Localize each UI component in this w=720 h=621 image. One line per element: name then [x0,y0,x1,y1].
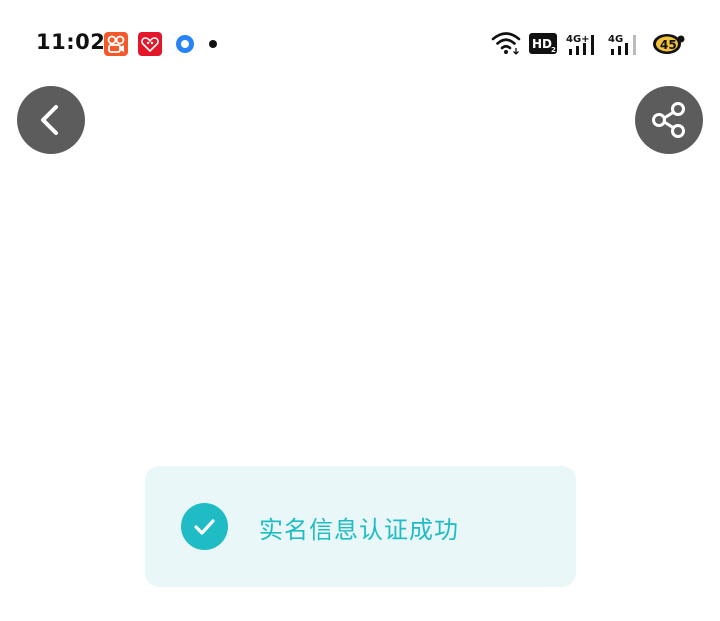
battery-icon: 45 [653,34,685,54]
red-app-icon [138,32,162,56]
status-time: 11:02 [36,30,106,54]
share-button[interactable] [635,86,703,154]
battery-level: 45 [660,38,677,52]
wifi-icon [491,32,521,55]
svg-text:2: 2 [551,46,556,54]
kuaishou-app-icon [104,32,128,56]
check-icon [194,519,215,535]
hd-label: HD [532,37,552,51]
network-1-label: 4G+ [566,34,590,45]
success-check-badge [181,503,228,550]
blue-circle-app-icon [176,35,194,53]
notification-dot [209,40,217,48]
toast-message: 实名信息认证成功 [259,516,459,544]
back-button[interactable] [17,86,85,154]
status-bar: 11:02 HD 2 4G+ 4G 45 [0,0,720,88]
network-2-label: 4G [608,34,623,45]
success-toast: 实名信息认证成功 [145,466,576,587]
chevron-left-icon [41,105,58,135]
4g-signal-icon: 4G [608,34,636,55]
share-icon [652,102,685,138]
hd-icon: HD 2 [529,33,557,54]
4g-plus-signal-icon: 4G+ [566,34,594,55]
